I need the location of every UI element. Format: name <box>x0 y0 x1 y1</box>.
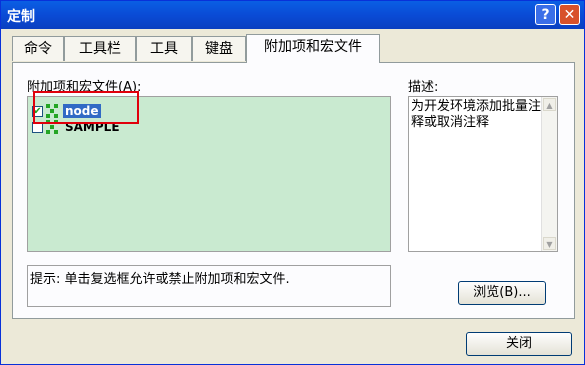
tab-addins-macros[interactable]: 附加项和宏文件 <box>246 34 380 63</box>
close-button[interactable]: 关闭 <box>466 332 572 356</box>
hint-box: 提示: 单击复选框允许或禁止附加项和宏文件. <box>27 265 391 307</box>
scroll-up-icon[interactable]: ▲ <box>543 98 556 111</box>
window-title: 定制 <box>7 9 35 25</box>
addins-list[interactable]: ✔ node SAMPLE <box>27 91 391 252</box>
tab-panel: 附加项和宏文件(A): ✔ node SAMPLE 描述: 为开发环境添加批量注… <box>12 62 575 319</box>
browse-button[interactable]: 浏览(B)... <box>458 281 546 305</box>
description-text: 为开发环境添加批量注释或取消注释 <box>411 99 542 130</box>
description-box: 为开发环境添加批量注释或取消注释 ▲ ▼ <box>408 96 558 252</box>
tab-commands[interactable]: 命令 <box>12 36 64 61</box>
scroll-down-icon[interactable]: ▼ <box>543 237 556 250</box>
tab-keyboard[interactable]: 键盘 <box>192 36 246 61</box>
tab-toolbars[interactable]: 工具栏 <box>64 36 136 61</box>
description-label: 描述: <box>408 80 439 95</box>
tab-tools[interactable]: 工具 <box>136 36 192 61</box>
description-scrollbar[interactable]: ▲ ▼ <box>541 97 557 251</box>
title-bar[interactable]: 定制 ? ✕ <box>1 1 584 29</box>
customize-dialog: 定制 ? ✕ 命令 工具栏 工具 键盘 附加项和宏文件 附加项和宏文件(A): … <box>0 0 585 365</box>
highlight-box <box>33 91 139 124</box>
hint-text: 提示: 单击复选框允许或禁止附加项和宏文件. <box>30 272 290 287</box>
close-window-button[interactable]: ✕ <box>559 4 580 25</box>
help-button[interactable]: ? <box>535 4 556 25</box>
